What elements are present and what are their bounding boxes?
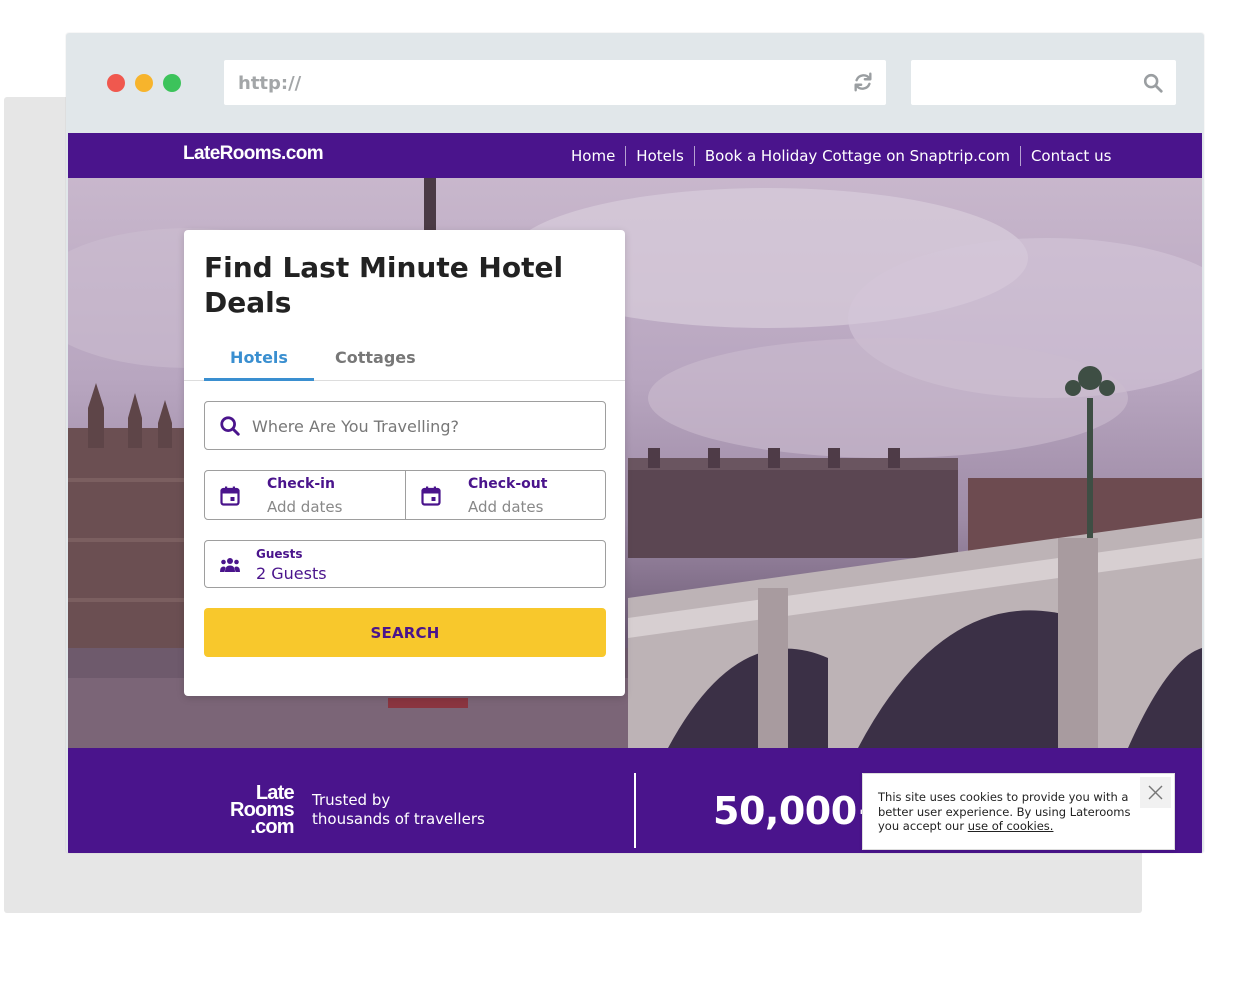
guests-field[interactable]: Guests 2 Guests <box>204 540 606 588</box>
nav-contact[interactable]: Contact us <box>1019 145 1121 166</box>
browser-search-box[interactable] <box>911 60 1176 105</box>
site-logo[interactable]: LateRooms.com <box>183 143 324 165</box>
calendar-icon <box>220 486 240 506</box>
nav-holiday-cottage[interactable]: Book a Holiday Cottage on Snaptrip.com <box>693 145 1020 166</box>
browser-toolbar: http:// <box>66 33 1204 133</box>
guests-value: 2 Guests <box>256 564 327 583</box>
trust-text-line: thousands of travellers <box>312 810 485 828</box>
search-card: Find Last Minute Hotel Deals Hotels Cott… <box>184 230 625 696</box>
site-header: LateRooms.com Home Hotels Book a Holiday… <box>68 133 1202 178</box>
destination-placeholder: Where Are You Travelling? <box>252 417 459 436</box>
search-tabs: Hotels Cottages <box>184 340 625 381</box>
tab-hotels[interactable]: Hotels <box>204 348 314 381</box>
guests-label: Guests <box>256 547 303 561</box>
url-text[interactable]: http:// <box>238 73 301 94</box>
close-window-dot[interactable] <box>107 74 125 92</box>
divider <box>634 773 636 848</box>
trust-text: Trusted by thousands of travellers <box>312 791 485 829</box>
dates-field: Check-in Add dates Check-out Add dates <box>204 470 606 520</box>
cookie-text: This site uses cookies to provide you wi… <box>878 790 1143 834</box>
trust-text-line: Trusted by <box>312 791 391 809</box>
search-button[interactable]: SEARCH <box>204 608 606 657</box>
hero-banner: Find Last Minute Hotel Deals Hotels Cott… <box>68 178 1202 748</box>
trust-logo: Late Rooms .com <box>230 783 295 838</box>
address-bar[interactable]: http:// <box>224 60 886 105</box>
minimize-window-dot[interactable] <box>135 74 153 92</box>
website-viewport: LateRooms.com Home Hotels Book a Holiday… <box>68 133 1202 853</box>
checkout-label: Check-out <box>468 476 548 492</box>
cookie-policy-link[interactable]: use of cookies. <box>968 819 1054 833</box>
close-cookie-button[interactable] <box>1140 777 1171 808</box>
main-nav: Home Hotels Book a Holiday Cottage on Sn… <box>561 133 1121 178</box>
checkout-value: Add dates <box>468 498 544 516</box>
search-icon[interactable] <box>1142 72 1164 94</box>
maximize-window-dot[interactable] <box>163 74 181 92</box>
refresh-icon[interactable] <box>852 71 874 93</box>
nav-home[interactable]: Home <box>561 146 625 166</box>
checkin-label: Check-in <box>267 476 335 492</box>
close-icon[interactable] <box>1148 785 1163 800</box>
browser-window: http:// LateRooms.com Home Hotels Book a… <box>66 33 1204 853</box>
destination-input[interactable]: Where Are You Travelling? <box>204 401 606 450</box>
nav-hotels[interactable]: Hotels <box>625 145 694 166</box>
cookie-notice: This site uses cookies to provide you wi… <box>862 773 1175 850</box>
checkout-field[interactable]: Check-out Add dates <box>406 471 607 519</box>
checkin-value: Add dates <box>267 498 343 516</box>
search-icon <box>220 416 240 436</box>
people-icon <box>220 558 240 572</box>
search-card-title: Find Last Minute Hotel Deals <box>204 251 564 319</box>
trust-logo-line: .com <box>250 816 294 838</box>
checkin-field[interactable]: Check-in Add dates <box>205 471 406 519</box>
tab-cottages[interactable]: Cottages <box>335 348 416 367</box>
calendar-icon <box>421 486 441 506</box>
